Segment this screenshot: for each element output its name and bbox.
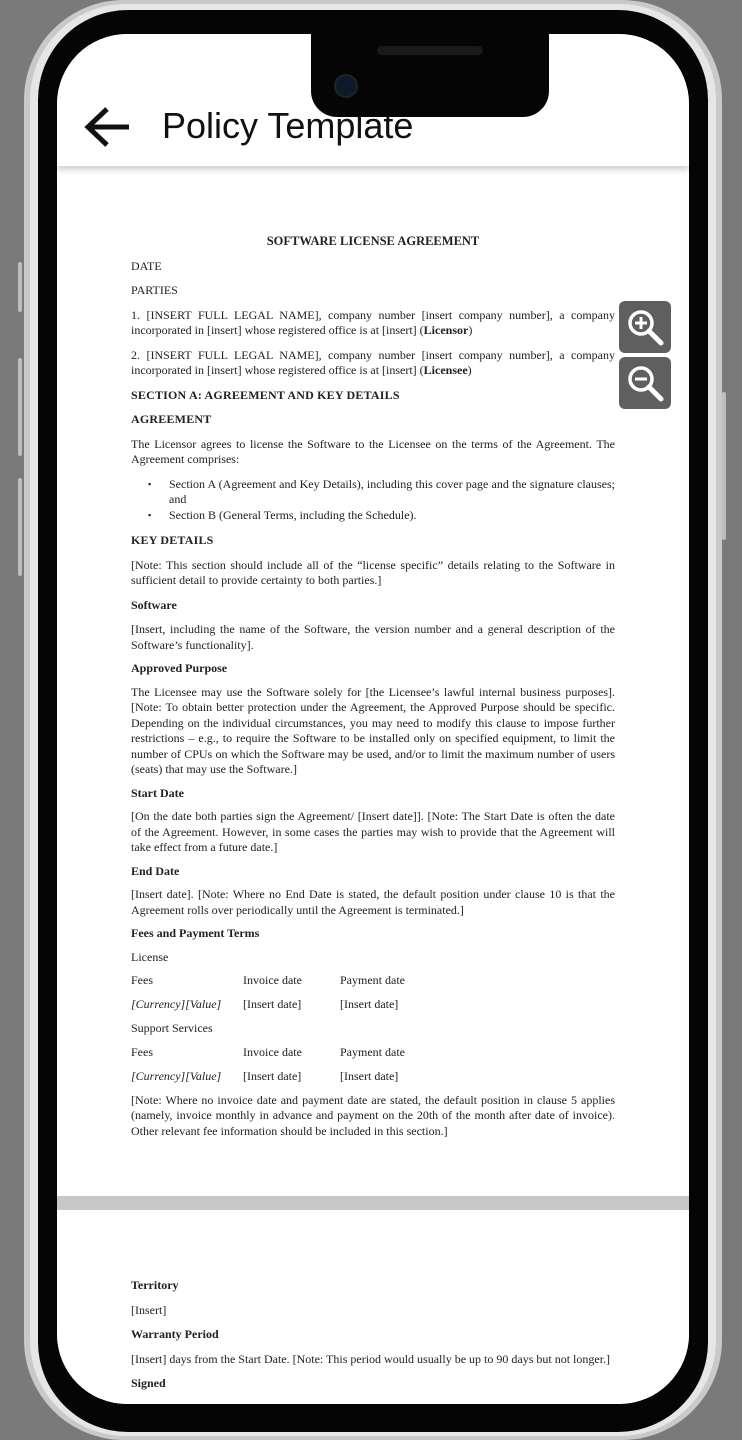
payment-cell: [Insert date]	[340, 1068, 399, 1083]
fees-col-header: Fees	[131, 1044, 153, 1059]
support-services-label: Support Services	[131, 1021, 213, 1035]
section-a-heading: SECTION A: AGREEMENT AND KEY DETAILS	[131, 387, 400, 402]
license-fees-row: [Currency][Value] [Insert date] [Insert …	[131, 997, 615, 1013]
agreement-text: The Licensor agrees to license the Softw…	[131, 436, 615, 467]
document-page-1: SOFTWARE LICENSE AGREEMENT DATE PARTIES …	[131, 234, 615, 1139]
arrow-left-icon	[84, 107, 129, 147]
invoice-cell: [Insert date]	[243, 997, 302, 1011]
mute-switch	[18, 262, 22, 312]
territory-heading: Territory	[131, 1278, 179, 1292]
start-date-text: [On the date both parties sign the Agree…	[131, 809, 615, 854]
speaker	[377, 46, 483, 55]
warranty-text: [Insert] days from the Start Date. [Note…	[131, 1351, 611, 1366]
volume-up-button	[18, 358, 22, 456]
list-item: Section B (General Terms, including the …	[148, 508, 615, 524]
page-separator	[57, 1196, 689, 1210]
fees-note: [Note: Where no invoice date and payment…	[131, 1092, 615, 1138]
agreement-heading: AGREEMENT	[131, 412, 212, 426]
app-screen: Policy Template SOFTWARE LICENSE AGREEME…	[57, 34, 689, 1404]
software-heading: Software	[131, 597, 177, 612]
payment-cell: [Insert date]	[340, 997, 399, 1011]
fees-col-header: Fees	[131, 973, 153, 987]
invoice-cell: [Insert date]	[243, 1068, 302, 1083]
fees-cell: [Currency][Value]	[131, 1068, 222, 1083]
end-date-heading: End Date	[131, 863, 180, 878]
warranty-heading: Warranty Period	[131, 1327, 219, 1341]
zoom-in-icon	[628, 310, 664, 346]
front-camera	[334, 74, 358, 98]
key-details-heading: KEY DETAILS	[131, 533, 214, 547]
document-title: SOFTWARE LICENSE AGREEMENT	[266, 234, 480, 248]
list-item: Section A (Agreement and Key Details), i…	[148, 477, 615, 508]
invoice-col-header: Invoice date	[243, 1044, 302, 1059]
invoice-col-header: Invoice date	[243, 973, 302, 987]
approved-purpose-heading: Approved Purpose	[131, 661, 228, 675]
document-viewer[interactable]: SOFTWARE LICENSE AGREEMENT DATE PARTIES …	[57, 166, 689, 1404]
payment-col-header: Payment date	[340, 1044, 405, 1059]
approved-purpose-text: The Licensee may use the Software solely…	[131, 684, 615, 777]
date-label: DATE	[131, 258, 162, 273]
party-1: 1. [INSERT FULL LEGAL NAME], company num…	[131, 307, 615, 338]
agreement-list: Section A (Agreement and Key Details), i…	[131, 477, 615, 524]
territory-text: [Insert]	[131, 1302, 167, 1317]
document-page-2: Territory [Insert] Warranty Period [Inse…	[131, 1278, 615, 1392]
license-fees-header-row: Fees Invoice date Payment date	[131, 973, 615, 989]
volume-down-button	[18, 478, 22, 576]
fees-cell: [Currency][Value]	[131, 997, 222, 1011]
support-fees-row: [Currency][Value] [Insert date] [Insert …	[131, 1069, 615, 1085]
back-button[interactable]	[83, 104, 133, 150]
software-text: [Insert, including the name of the Softw…	[131, 622, 615, 652]
party-2: 2. [INSERT FULL LEGAL NAME], company num…	[131, 347, 615, 378]
zoom-out-icon	[628, 366, 664, 402]
signed-heading: Signed	[131, 1376, 166, 1390]
power-button	[722, 392, 726, 540]
license-label: License	[131, 949, 169, 964]
start-date-heading: Start Date	[131, 785, 184, 800]
zoom-in-button[interactable]	[619, 301, 671, 353]
support-fees-header-row: Fees Invoice date Payment date	[131, 1045, 615, 1061]
fees-heading: Fees and Payment Terms	[131, 926, 260, 940]
end-date-text: [Insert date]. [Note: Where no End Date …	[131, 887, 615, 917]
payment-col-header: Payment date	[340, 973, 405, 987]
zoom-out-button[interactable]	[619, 357, 671, 409]
key-details-note: [Note: This section should include all o…	[131, 557, 615, 588]
parties-label: PARTIES	[131, 283, 178, 297]
